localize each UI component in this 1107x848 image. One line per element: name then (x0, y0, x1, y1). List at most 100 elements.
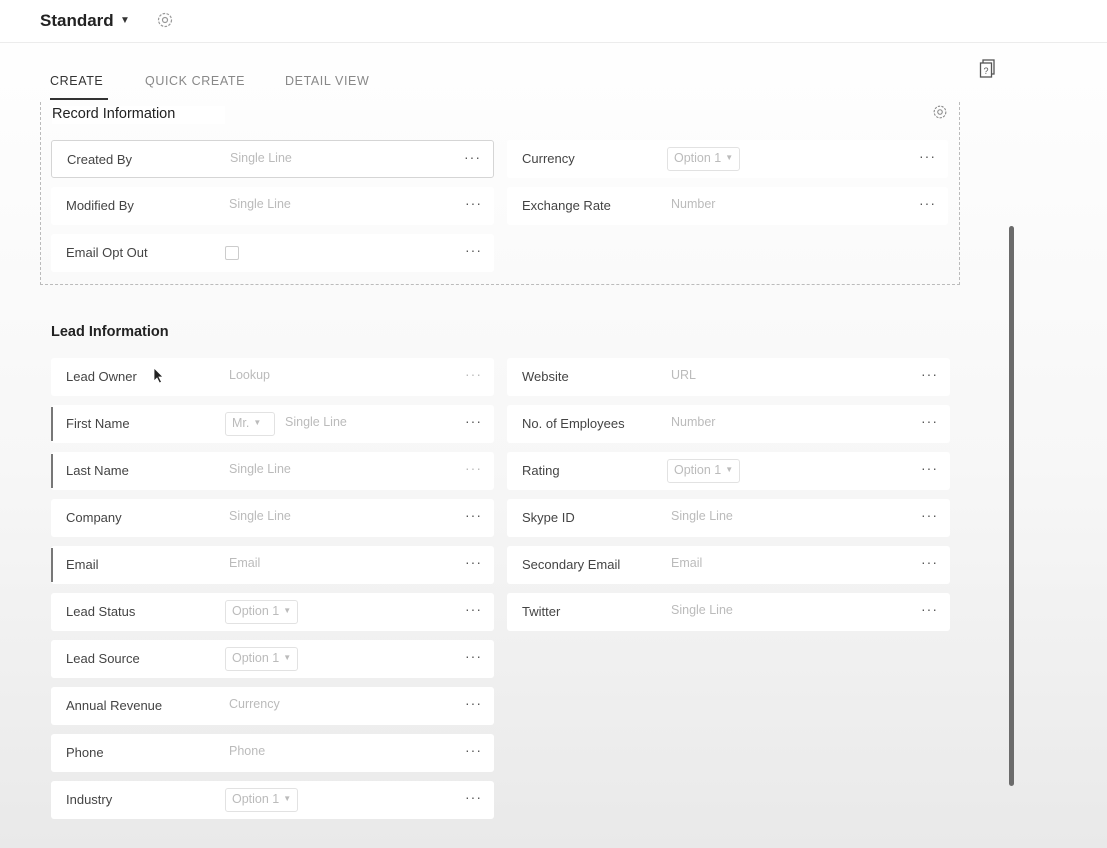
field-website[interactable]: Website URL ··· (507, 358, 950, 396)
field-placeholder: Single Line (229, 462, 291, 476)
more-dots-icon[interactable]: ··· (465, 413, 482, 429)
more-dots-icon[interactable]: ··· (921, 507, 938, 523)
more-dots-icon[interactable]: ··· (921, 460, 938, 476)
field-no-of-employees[interactable]: No. of Employees Number ··· (507, 405, 950, 443)
field-placeholder: Currency (229, 697, 280, 711)
field-lead-owner[interactable]: Lead Owner Lookup ··· (51, 358, 494, 396)
field-placeholder: Single Line (229, 197, 291, 211)
field-industry[interactable]: Industry Option 1 ▼ ··· (51, 781, 494, 819)
caret-down-icon: ▼ (253, 418, 262, 427)
field-label: Website (522, 369, 569, 384)
layout-gear-icon[interactable] (155, 10, 175, 30)
more-dots-icon[interactable]: ··· (921, 366, 938, 382)
tab-create[interactable]: CREATE (50, 74, 108, 100)
option-select[interactable]: Option 1 ▼ (225, 600, 299, 624)
field-email[interactable]: Email Email ··· (51, 546, 494, 584)
field-label: Email (66, 557, 99, 572)
more-dots-icon[interactable]: ··· (921, 413, 938, 429)
field-label: First Name (66, 416, 130, 431)
caret-down-icon: ▼ (283, 794, 292, 803)
field-lead-source[interactable]: Lead Source Option 1 ▼ ··· (51, 640, 494, 678)
field-company[interactable]: Company Single Line ··· (51, 499, 494, 537)
more-dots-icon[interactable]: ··· (465, 460, 482, 476)
field-created-by[interactable]: Created By Single Line ··· (51, 140, 494, 178)
field-label: Company (66, 510, 122, 525)
section-title[interactable]: Record Information (52, 106, 226, 124)
field-label: Email Opt Out (66, 245, 148, 260)
checkbox[interactable] (225, 246, 239, 260)
field-placeholder: Lookup (229, 368, 271, 382)
caret-down-icon: ▼ (725, 153, 734, 162)
field-twitter[interactable]: Twitter Single Line ··· (507, 593, 950, 631)
field-label: Industry (66, 792, 113, 807)
tab-detail-view[interactable]: DETAIL VIEW (285, 74, 369, 100)
field-placeholder: Phone (229, 744, 266, 758)
help-icon[interactable]: ? (979, 59, 997, 79)
more-dots-icon[interactable]: ··· (921, 554, 938, 570)
field-label: Currency (522, 151, 575, 166)
field-label: No. of Employees (522, 416, 625, 431)
field-label: Last Name (66, 463, 129, 478)
field-label: Annual Revenue (66, 698, 163, 713)
field-annual-revenue[interactable]: Annual Revenue Currency ··· (51, 687, 494, 725)
field-secondary-email[interactable]: Secondary Email Email ··· (507, 546, 950, 584)
field-label: Phone (66, 745, 104, 760)
more-dots-icon[interactable]: ··· (465, 601, 482, 617)
field-label: Exchange Rate (522, 198, 611, 213)
salutation-select[interactable]: Mr. ▼ (225, 412, 275, 436)
option-select[interactable]: Option 1 ▼ (667, 147, 741, 171)
field-first-name[interactable]: First Name Mr. ▼ Single Line ··· (51, 405, 494, 443)
field-label: Lead Owner (66, 369, 137, 384)
more-dots-icon[interactable]: ··· (465, 366, 482, 382)
layout-name[interactable]: Standard (40, 11, 114, 31)
vertical-scrollbar[interactable] (1009, 226, 1014, 786)
field-placeholder: Single Line (671, 603, 733, 617)
more-dots-icon[interactable]: ··· (919, 195, 936, 211)
more-dots-icon[interactable]: ··· (465, 195, 482, 211)
option-select[interactable]: Option 1 ▼ (667, 459, 741, 483)
field-placeholder: Single Line (285, 415, 347, 429)
field-exchange-rate[interactable]: Exchange Rate Number ··· (507, 187, 948, 225)
field-label: Skype ID (522, 510, 575, 525)
section-title[interactable]: Lead Information (51, 324, 169, 340)
field-label: Secondary Email (522, 557, 621, 572)
field-placeholder: Email (229, 556, 261, 570)
field-placeholder: Number (671, 197, 716, 211)
field-placeholder: Single Line (671, 509, 733, 523)
field-label: Lead Source (66, 651, 140, 666)
field-phone[interactable]: Phone Phone ··· (51, 734, 494, 772)
field-email-opt-out[interactable]: Email Opt Out ··· (51, 234, 494, 272)
field-last-name[interactable]: Last Name Single Line ··· (51, 452, 494, 490)
more-dots-icon[interactable]: ··· (465, 742, 482, 758)
field-placeholder: Single Line (230, 151, 292, 165)
top-bar: Standard ▼ (0, 0, 1107, 43)
more-dots-icon[interactable]: ··· (464, 149, 481, 165)
more-dots-icon[interactable]: ··· (465, 695, 482, 711)
field-label: Twitter (522, 604, 561, 619)
layout-dropdown-caret-icon[interactable]: ▼ (120, 15, 130, 26)
more-dots-icon[interactable]: ··· (465, 554, 482, 570)
svg-text:?: ? (983, 66, 988, 76)
field-label: Modified By (66, 198, 134, 213)
section-gear-icon[interactable] (931, 103, 949, 121)
field-rating[interactable]: Rating Option 1 ▼ ··· (507, 452, 950, 490)
more-dots-icon[interactable]: ··· (465, 648, 482, 664)
option-select[interactable]: Option 1 ▼ (225, 788, 299, 812)
field-label: Lead Status (66, 604, 136, 619)
more-dots-icon[interactable]: ··· (465, 789, 482, 805)
caret-down-icon: ▼ (283, 606, 292, 615)
more-dots-icon[interactable]: ··· (465, 507, 482, 523)
option-select[interactable]: Option 1 ▼ (225, 647, 299, 671)
field-skype-id[interactable]: Skype ID Single Line ··· (507, 499, 950, 537)
caret-down-icon: ▼ (725, 465, 734, 474)
field-modified-by[interactable]: Modified By Single Line ··· (51, 187, 494, 225)
field-placeholder: Number (671, 415, 716, 429)
mouse-cursor-icon (153, 367, 165, 385)
field-lead-status[interactable]: Lead Status Option 1 ▼ ··· (51, 593, 494, 631)
more-dots-icon[interactable]: ··· (465, 242, 482, 258)
tab-quick-create[interactable]: QUICK CREATE (145, 74, 245, 100)
more-dots-icon[interactable]: ··· (919, 148, 936, 164)
field-currency[interactable]: Currency Option 1 ▼ ··· (507, 140, 948, 178)
more-dots-icon[interactable]: ··· (921, 601, 938, 617)
field-label: Created By (67, 152, 133, 167)
